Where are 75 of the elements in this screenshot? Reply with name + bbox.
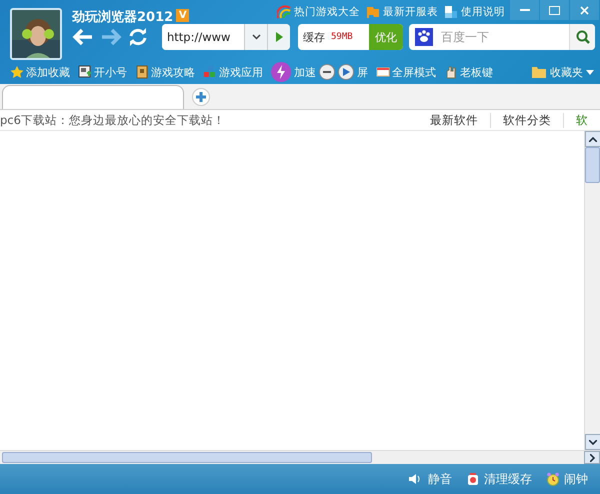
bookmark-link[interactable]: 游戏攻略 <box>135 64 195 80</box>
play-icon <box>276 32 282 42</box>
cache-size: 59MB <box>331 32 354 42</box>
screen-label: 屏 <box>357 64 368 80</box>
star-icon <box>10 65 24 79</box>
screen-icon <box>376 65 390 79</box>
rainbow-icon <box>277 5 291 19</box>
scrollbar-thumb[interactable] <box>585 147 600 183</box>
bookmark-link[interactable]: 游戏应用 <box>203 64 263 80</box>
play-button[interactable] <box>338 64 354 80</box>
minimize-icon <box>520 9 530 11</box>
address-field[interactable]: http://www <box>162 24 290 50</box>
lightning-icon <box>276 65 286 79</box>
bin-icon <box>466 472 480 486</box>
status-button[interactable]: 闹钟 <box>546 470 588 488</box>
blocks-icon <box>203 65 217 79</box>
maximize-icon <box>549 6 560 14</box>
go-button[interactable] <box>267 24 290 50</box>
top-link[interactable]: 热门游戏大全 <box>277 5 360 19</box>
scroll-down-button[interactable] <box>585 434 600 450</box>
plus-icon <box>196 92 206 102</box>
browser-tab[interactable] <box>2 85 184 109</box>
search-bar[interactable]: 百度一下 <box>409 24 595 50</box>
chevron-up-icon <box>589 136 597 142</box>
horizontal-scrollbar[interactable] <box>0 450 600 464</box>
speed-button[interactable] <box>271 62 291 82</box>
paw-icon <box>415 28 433 46</box>
dropdown-button[interactable] <box>244 24 267 50</box>
top-link[interactable]: 使用说明 <box>444 5 505 19</box>
top-link[interactable]: 最新开服表 <box>366 5 438 19</box>
window-icon <box>78 65 92 79</box>
chevron-down-icon <box>589 440 597 444</box>
vertical-scrollbar[interactable] <box>584 131 600 450</box>
speed-label: 加速 <box>294 64 316 80</box>
bookmark-link[interactable]: 老板键 <box>444 64 493 80</box>
site-link[interactable]: 软件分类 <box>490 112 563 128</box>
optimize-button[interactable]: 优化 <box>369 24 403 50</box>
chevron-down-icon <box>252 34 260 40</box>
favorites-menu[interactable]: 收藏夹 <box>531 64 594 80</box>
status-button[interactable]: 静音 <box>406 470 452 488</box>
bookmark-link[interactable]: 添加收藏 <box>10 64 70 80</box>
play-icon <box>342 68 350 76</box>
close-icon <box>580 6 589 14</box>
minus-icon <box>323 71 331 73</box>
hand-icon <box>444 65 458 79</box>
book-icon <box>135 65 149 79</box>
bookmark-link[interactable]: 全屏模式 <box>376 64 436 80</box>
chevron-right-icon <box>590 454 594 462</box>
scroll-right-button[interactable] <box>584 451 600 464</box>
forward-icon[interactable] <box>100 27 122 47</box>
vip-badge: V <box>176 9 190 22</box>
flag-icon <box>366 5 380 19</box>
avatar[interactable] <box>10 8 62 60</box>
scrollbar-thumb[interactable] <box>2 452 372 463</box>
refresh-icon[interactable] <box>128 27 148 47</box>
site-link[interactable]: 最新软件 <box>418 112 490 128</box>
zoom-out-button[interactable] <box>319 64 335 80</box>
back-icon[interactable] <box>72 27 94 47</box>
folder-icon <box>531 65 547 79</box>
site-link[interactable]: 软 <box>563 112 600 128</box>
alarm-clock-icon <box>546 472 560 486</box>
tiles-icon <box>444 5 458 19</box>
caret-icon <box>586 70 594 74</box>
bookmark-link[interactable]: 开小号 <box>78 64 127 80</box>
close-button[interactable] <box>570 0 599 20</box>
new-tab-button[interactable] <box>192 88 210 106</box>
search-button[interactable] <box>569 24 595 50</box>
minimize-button[interactable] <box>510 0 539 20</box>
window-title: 劲玩浏览器2012 <box>72 8 174 26</box>
cache-label: 缓存 <box>302 30 325 44</box>
maximize-button[interactable] <box>540 0 569 20</box>
scroll-up-button[interactable] <box>585 131 600 147</box>
site-slogan: pc6下载站：您身边最放心的安全下载站！ <box>0 112 225 128</box>
status-button[interactable]: 清理缓存 <box>466 470 532 488</box>
search-icon <box>576 30 590 44</box>
